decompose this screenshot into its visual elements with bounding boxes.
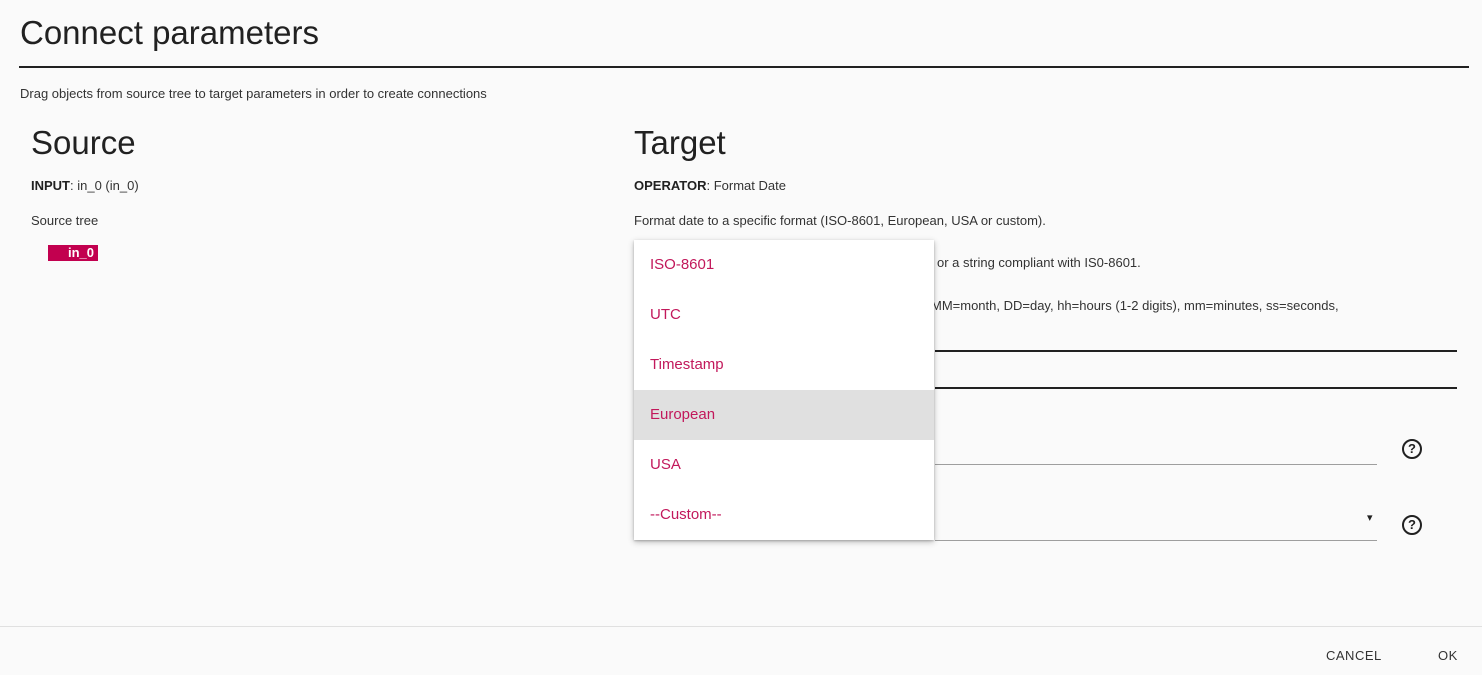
format-dropdown-menu: ISO-8601 UTC Timestamp European USA --Cu… [634, 240, 934, 540]
param-drop-zone-2[interactable] [935, 387, 1457, 389]
source-tree-label: Source tree [31, 213, 99, 228]
dropdown-option-iso-8601[interactable]: ISO-8601 [634, 240, 934, 290]
format-select-field[interactable] [935, 540, 1377, 541]
target-operator-line: OPERATOR: Format Date [634, 178, 786, 193]
chevron-down-icon[interactable]: ▾ [1367, 511, 1373, 524]
title-divider [19, 66, 1469, 68]
source-input-label: INPUT [31, 178, 70, 193]
target-description: Format date to a specific format (ISO-86… [634, 213, 1046, 228]
dialog-title: Connect parameters [20, 14, 319, 51]
param-input-field[interactable] [935, 464, 1377, 465]
cancel-button[interactable]: CANCEL [1326, 648, 1382, 663]
dropdown-option-utc[interactable]: UTC [634, 290, 934, 340]
dropdown-option-usa[interactable]: USA [634, 440, 934, 490]
ok-button[interactable]: OK [1438, 648, 1458, 663]
dropdown-option-custom[interactable]: --Custom-- [634, 490, 934, 540]
footer-divider [0, 626, 1482, 627]
dropdown-option-timestamp[interactable]: Timestamp [634, 340, 934, 390]
source-heading: Source [31, 124, 136, 161]
help-icon[interactable]: ? [1402, 439, 1422, 459]
target-heading: Target [634, 124, 726, 161]
help-icon[interactable]: ? [1402, 515, 1422, 535]
source-input-value: : in_0 (in_0) [70, 178, 139, 193]
dropdown-option-european[interactable]: European [634, 390, 934, 440]
target-partial-line-2: MM=month, DD=day, hh=hours (1-2 digits),… [931, 298, 1339, 313]
target-operator-label: OPERATOR [634, 178, 707, 193]
target-partial-line-1: or a string compliant with IS0-8601. [937, 255, 1141, 270]
dialog-subtitle: Drag objects from source tree to target … [20, 86, 487, 101]
target-operator-value: : Format Date [706, 178, 786, 193]
param-drop-zone-1[interactable] [935, 350, 1457, 352]
source-input-line: INPUT: in_0 (in_0) [31, 178, 139, 193]
source-tree-node[interactable]: in_0 [48, 245, 98, 261]
